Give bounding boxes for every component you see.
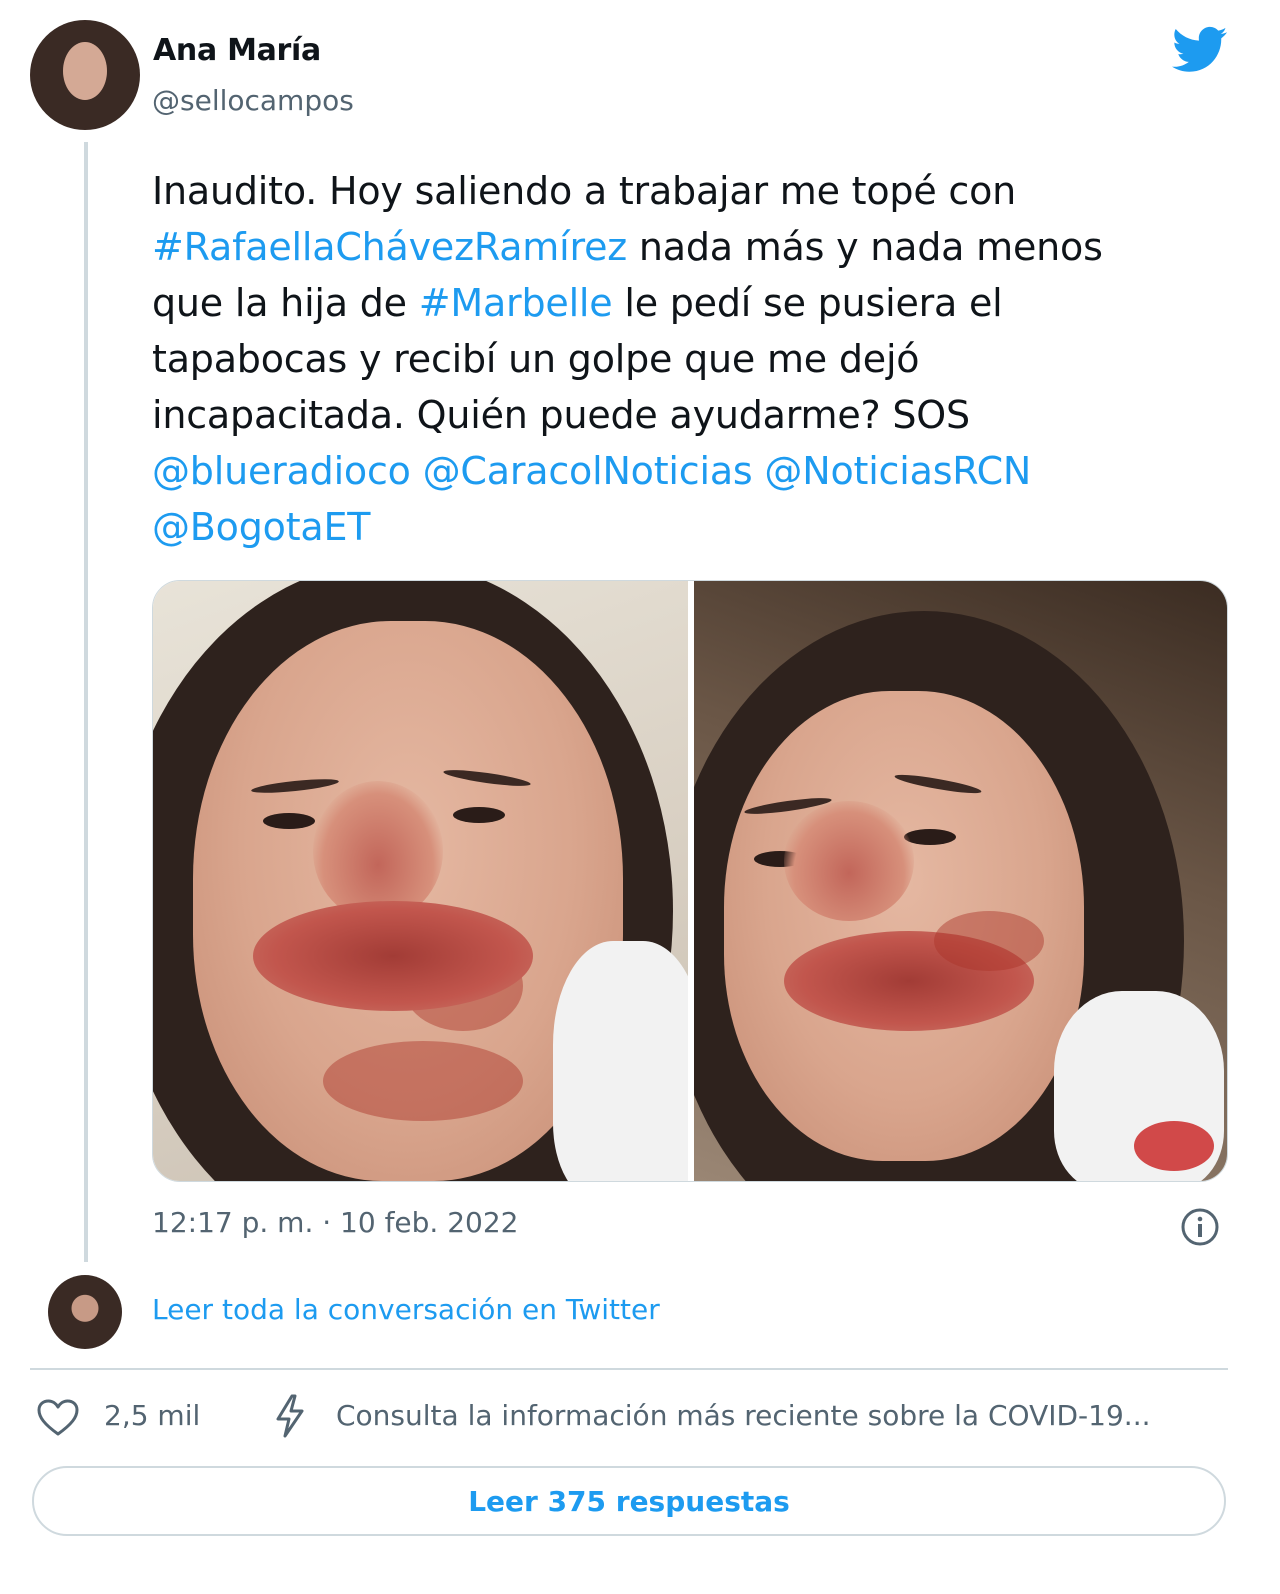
heart-icon[interactable]: [36, 1398, 80, 1438]
tweet-text-line: que la hija de #Marbelle le pedí se pusi…: [152, 275, 1212, 331]
tweet-photo-2[interactable]: [694, 581, 1227, 1181]
mention-link[interactable]: @blueradioco: [152, 449, 411, 493]
author-avatar[interactable]: [30, 20, 140, 130]
photo-nose: [784, 801, 914, 921]
thread-connector-line: [84, 142, 88, 1262]
hashtag-link[interactable]: #RafaellaChávezRamírez: [152, 225, 627, 269]
photo-eye: [904, 829, 956, 845]
tweet-photo-1[interactable]: [153, 581, 688, 1181]
photo-mask: [553, 941, 688, 1181]
tweet-text-line: incapacitada. Quién puede ayudarme? SOS: [152, 387, 1212, 443]
photo-bruise: [1134, 1121, 1214, 1171]
mention-link[interactable]: @BogotaET: [152, 505, 370, 549]
tweet-text-segment: Inaudito. Hoy saliendo a trabajar me top…: [152, 169, 1017, 213]
tweet-text-segment: le pedí se pusiera el: [612, 281, 1003, 325]
photo-eye: [263, 813, 315, 829]
tweet-media-grid[interactable]: [152, 580, 1228, 1182]
photo-nose: [313, 781, 443, 921]
tweet-text-segment: nada más y nada menos: [627, 225, 1103, 269]
photo-bruise: [323, 1041, 523, 1121]
mention-link[interactable]: @CaracolNoticias: [423, 449, 753, 493]
read-replies-button[interactable]: Leer 375 respuestas: [32, 1466, 1226, 1536]
tweet-text-line: #RafaellaChávezRamírez nada más y nada m…: [152, 219, 1212, 275]
like-count[interactable]: 2,5 mil: [104, 1399, 200, 1432]
tweet-text-segment: tapabocas y recibí un golpe que me dejó: [152, 337, 920, 381]
read-conversation-link[interactable]: Leer toda la conversación en Twitter: [152, 1293, 660, 1326]
thread-avatar[interactable]: [48, 1275, 122, 1349]
photo-bruise: [934, 911, 1044, 971]
tweet-text-line: @blueradioco @CaracolNoticias @NoticiasR…: [152, 443, 1212, 499]
tweet-text-segment: [411, 449, 423, 493]
covid-info-link[interactable]: Consulta la información más reciente sob…: [336, 1399, 1226, 1432]
embedded-tweet-card: Ana María @sellocampos Inaudito. Hoy sal…: [0, 0, 1280, 1594]
avatar-face: [63, 42, 107, 100]
tweet-text-line: Inaudito. Hoy saliendo a trabajar me top…: [152, 163, 1212, 219]
tweet-timestamp[interactable]: 12:17 p. m. · 10 feb. 2022: [152, 1206, 519, 1239]
tweet-text-line: @BogotaET: [152, 499, 1212, 555]
divider: [30, 1368, 1228, 1370]
tweet-text-line: tapabocas y recibí un golpe que me dejó: [152, 331, 1212, 387]
author-name[interactable]: Ana María: [153, 33, 321, 68]
hashtag-link[interactable]: #Marbelle: [419, 281, 613, 325]
tweet-text-segment: incapacitada. Quién puede ayudarme? SOS: [152, 393, 970, 437]
tweet-text-segment: que la hija de: [152, 281, 419, 325]
info-icon[interactable]: [1180, 1207, 1220, 1247]
photo-lips: [253, 901, 533, 1011]
tweet-text-segment: [753, 449, 765, 493]
twitter-bird-icon[interactable]: [1172, 26, 1228, 74]
bolt-icon: [276, 1394, 304, 1438]
author-handle[interactable]: @sellocampos: [152, 84, 354, 117]
photo-eye: [453, 807, 505, 823]
tweet-text: Inaudito. Hoy saliendo a trabajar me top…: [152, 163, 1212, 555]
mention-link[interactable]: @NoticiasRCN: [764, 449, 1031, 493]
